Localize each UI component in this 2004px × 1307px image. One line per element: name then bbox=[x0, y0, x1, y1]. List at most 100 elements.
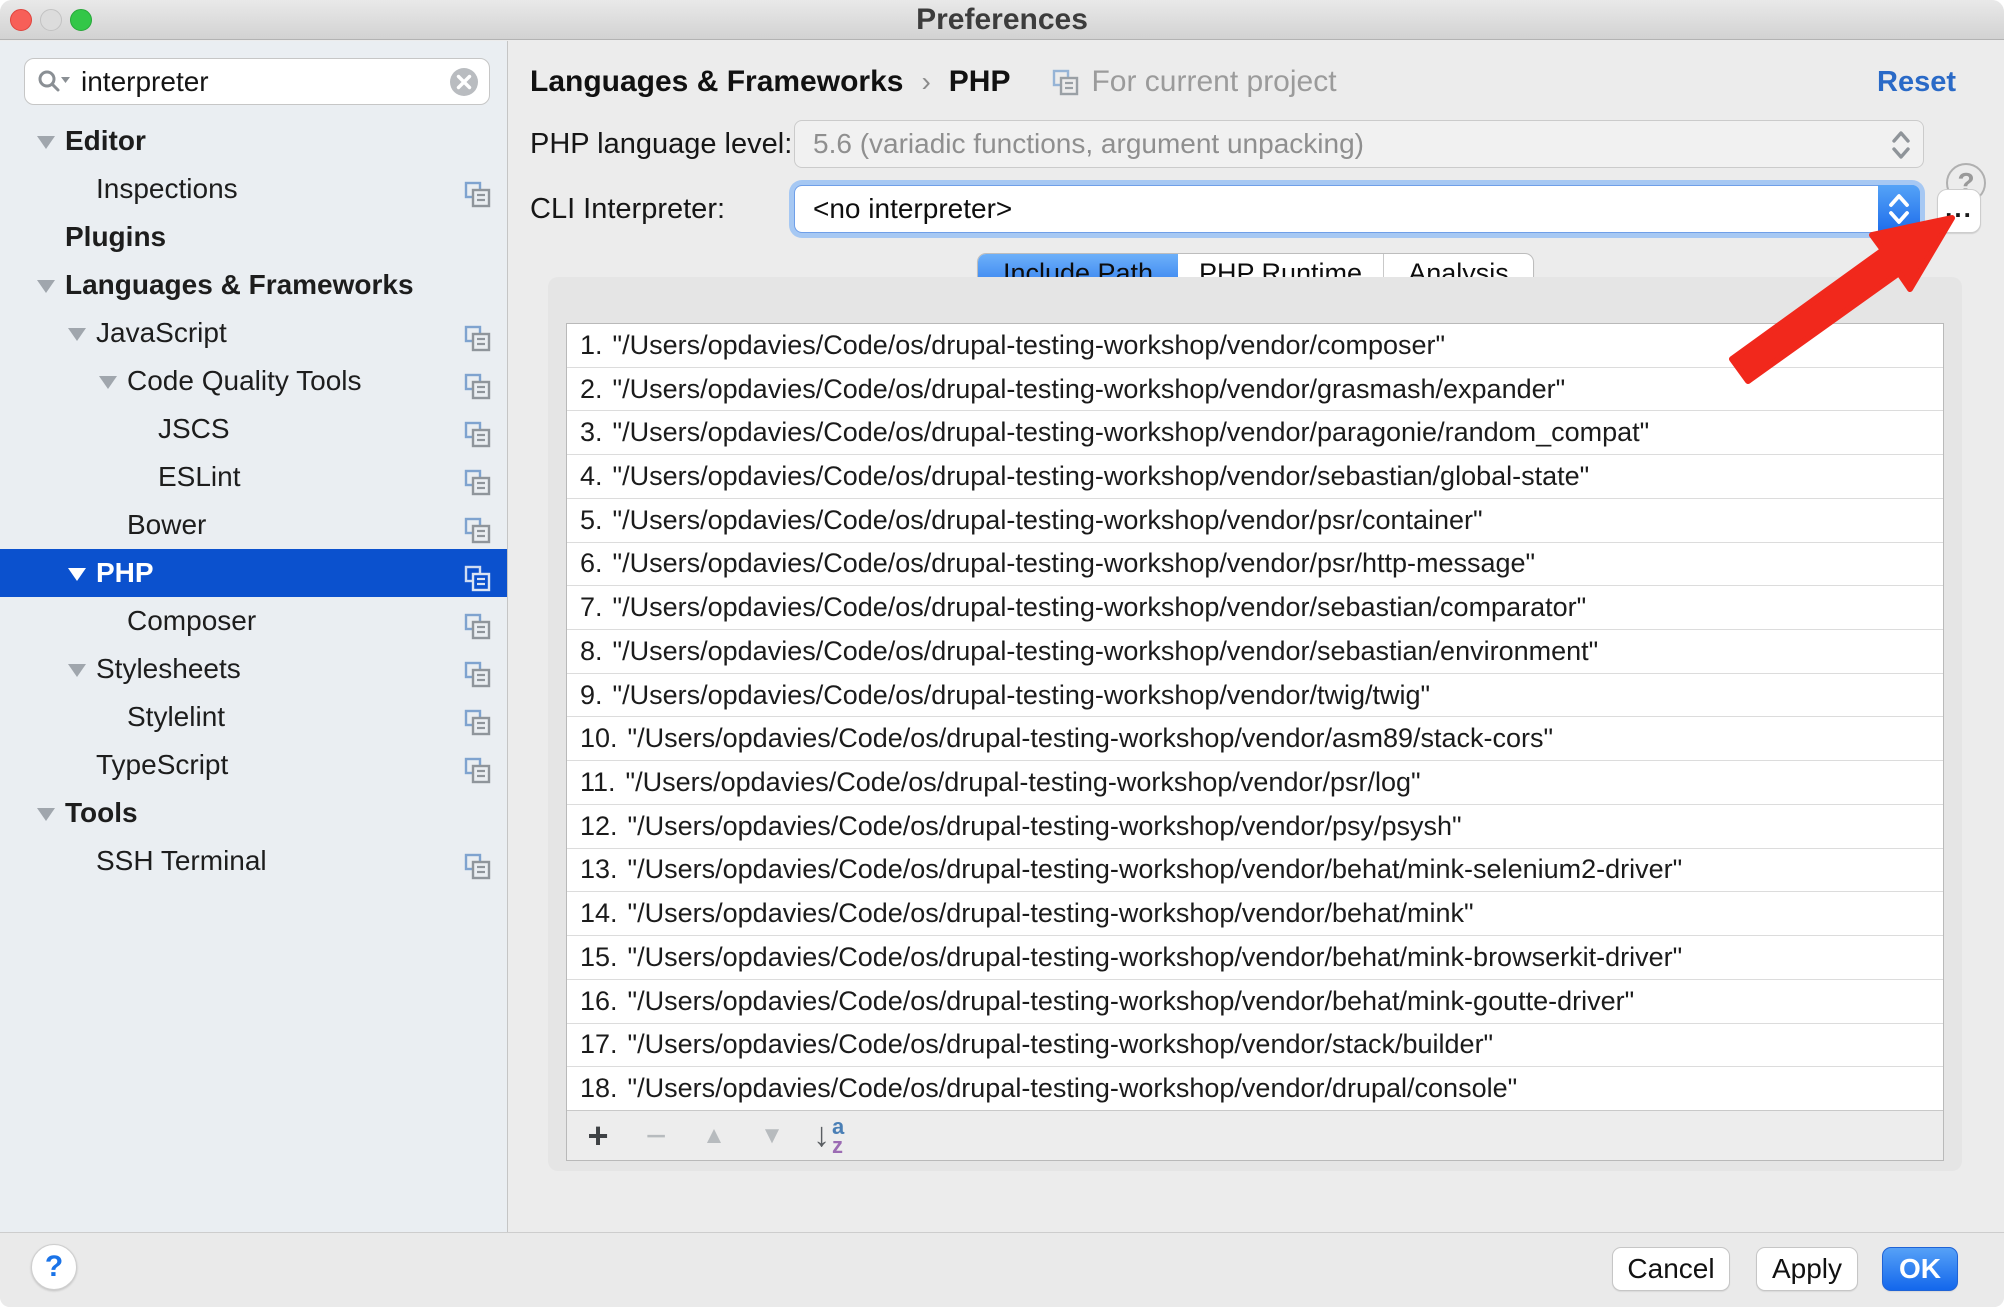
tab-content-panel: 1."/Users/opdavies/Code/os/drupal-testin… bbox=[548, 277, 1962, 1171]
clear-search-icon[interactable] bbox=[449, 67, 479, 97]
chevron-down-icon[interactable] bbox=[68, 328, 86, 341]
sidebar-item-jscs[interactable]: JSCS bbox=[0, 405, 507, 453]
sidebar-item-typescript[interactable]: TypeScript bbox=[0, 741, 507, 789]
chevron-down-icon[interactable] bbox=[37, 280, 55, 293]
sidebar-item-label: Inspections bbox=[96, 173, 238, 204]
chevron-down-icon[interactable] bbox=[37, 136, 55, 149]
include-path-value: "/Users/opdavies/Code/os/drupal-testing-… bbox=[613, 592, 1587, 623]
language-level-label: PHP language level: bbox=[530, 120, 792, 168]
sidebar-item-ssh-terminal[interactable]: SSH Terminal bbox=[0, 837, 507, 885]
apply-button[interactable]: Apply bbox=[1756, 1247, 1858, 1291]
stepper-icon[interactable] bbox=[1878, 185, 1920, 233]
settings-search-box[interactable] bbox=[24, 58, 490, 105]
row-number: 8. bbox=[580, 636, 603, 667]
search-icon bbox=[37, 68, 71, 96]
row-number: 13. bbox=[580, 854, 618, 885]
sidebar-item-bower[interactable]: Bower bbox=[0, 501, 507, 549]
move-down-button[interactable]: ▼ bbox=[755, 1113, 789, 1159]
include-path-value: "/Users/opdavies/Code/os/drupal-testing-… bbox=[628, 811, 1462, 842]
row-number: 11. bbox=[580, 767, 616, 798]
sidebar-item-code-quality-tools[interactable]: Code Quality Tools bbox=[0, 357, 507, 405]
row-number: 14. bbox=[580, 898, 618, 929]
sidebar-item-tools[interactable]: Tools bbox=[0, 789, 507, 837]
move-up-button[interactable]: ▲ bbox=[697, 1113, 731, 1159]
chevron-down-icon[interactable] bbox=[99, 376, 117, 389]
include-path-row[interactable]: 8. "/Users/opdavies/Code/os/drupal-testin… bbox=[567, 630, 1943, 674]
sidebar-item-eslint[interactable]: ESLint bbox=[0, 453, 507, 501]
sidebar-item-stylesheets[interactable]: Stylesheets bbox=[0, 645, 507, 693]
include-path-row[interactable]: 10."/Users/opdavies/Code/os/drupal-testi… bbox=[567, 717, 1943, 761]
row-number: 2. bbox=[580, 374, 603, 405]
include-path-listbox: 1."/Users/opdavies/Code/os/drupal-testin… bbox=[566, 323, 1944, 1161]
include-path-row[interactable]: 4."/Users/opdavies/Code/os/drupal-testin… bbox=[567, 455, 1943, 499]
sort-arrow-icon: ↓ bbox=[813, 1116, 830, 1155]
include-path-row[interactable]: 1."/Users/opdavies/Code/os/drupal-testin… bbox=[567, 324, 1943, 368]
help-button[interactable]: ? bbox=[31, 1244, 77, 1290]
row-number: 10. bbox=[580, 723, 618, 754]
per-project-settings-icon bbox=[464, 847, 491, 874]
include-path-row[interactable]: 7. "/Users/opdavies/Code/os/drupal-testin… bbox=[567, 586, 1943, 630]
per-project-settings-icon bbox=[464, 607, 491, 634]
add-button[interactable]: + bbox=[581, 1113, 615, 1159]
row-number: 12. bbox=[580, 811, 618, 842]
sidebar-item-stylelint[interactable]: Stylelint bbox=[0, 693, 507, 741]
chevron-down-icon[interactable] bbox=[68, 664, 86, 677]
per-project-settings-icon bbox=[464, 175, 491, 202]
language-level-select[interactable]: 5.6 (variadic functions, argument unpack… bbox=[794, 120, 1924, 168]
include-path-row[interactable]: 12. "/Users/opdavies/Code/os/drupal-testi… bbox=[567, 805, 1943, 849]
cli-interpreter-select[interactable]: <no interpreter> bbox=[794, 185, 1920, 233]
include-path-value: "/Users/opdavies/Code/os/drupal-testing-… bbox=[613, 636, 1599, 667]
language-level-value: 5.6 (variadic functions, argument unpack… bbox=[813, 128, 1364, 160]
sidebar-item-label: SSH Terminal bbox=[96, 845, 267, 876]
sidebar-item-inspections[interactable]: Inspections bbox=[0, 165, 507, 213]
include-path-row[interactable]: 13."/Users/opdavies/Code/os/drupal-testi… bbox=[567, 849, 1943, 893]
include-path-row[interactable]: 16."/Users/opdavies/Code/os/drupal-testi… bbox=[567, 980, 1943, 1024]
sidebar-item-plugins[interactable]: Plugins bbox=[0, 213, 507, 261]
footer-bar: ? Cancel Apply OK bbox=[0, 1232, 2004, 1307]
settings-sidebar: Editor Inspections PluginsLanguages & Fra… bbox=[0, 41, 508, 1232]
row-number: 7. bbox=[580, 592, 603, 623]
include-path-row[interactable]: 15."/Users/opdavies/Code/os/drupal-testi… bbox=[567, 936, 1943, 980]
remove-button[interactable]: − bbox=[639, 1113, 673, 1159]
include-path-row[interactable]: 6."/Users/opdavies/Code/os/drupal-testin… bbox=[567, 543, 1943, 587]
chevron-down-icon[interactable] bbox=[68, 568, 86, 581]
sidebar-item-languages-frameworks[interactable]: Languages & Frameworks bbox=[0, 261, 507, 309]
include-path-value: "/Users/opdavies/Code/os/drupal-testing-… bbox=[613, 461, 1590, 492]
ok-button[interactable]: OK bbox=[1882, 1247, 1958, 1291]
include-path-row[interactable]: 3."/Users/opdavies/Code/os/drupal-testin… bbox=[567, 411, 1943, 455]
sidebar-item-label: Code Quality Tools bbox=[127, 365, 362, 396]
include-path-value: "/Users/opdavies/Code/os/drupal-testing-… bbox=[613, 417, 1650, 448]
include-path-row[interactable]: 18."/Users/opdavies/Code/os/drupal-testi… bbox=[567, 1067, 1943, 1110]
window-title: Preferences bbox=[0, 0, 2004, 40]
search-input[interactable] bbox=[79, 65, 449, 99]
row-number: 6. bbox=[580, 548, 603, 579]
sidebar-item-editor[interactable]: Editor bbox=[0, 117, 507, 165]
breadcrumb-php[interactable]: PHP bbox=[949, 65, 1011, 99]
include-path-row[interactable]: 2. "/Users/opdavies/Code/os/drupal-testin… bbox=[567, 368, 1943, 412]
row-number: 5. bbox=[580, 505, 603, 536]
row-number: 16. bbox=[580, 986, 618, 1017]
include-path-row[interactable]: 11."/Users/opdavies/Code/os/drupal-testi… bbox=[567, 761, 1943, 805]
browse-interpreters-button[interactable]: ... bbox=[1937, 189, 1981, 233]
per-project-settings-icon bbox=[1052, 69, 1079, 96]
include-path-list: 1."/Users/opdavies/Code/os/drupal-testin… bbox=[567, 324, 1943, 1110]
include-path-value: "/Users/opdavies/Code/os/drupal-testing-… bbox=[613, 374, 1566, 405]
include-path-row[interactable]: 14. "/Users/opdavies/Code/os/drupal-testi… bbox=[567, 892, 1943, 936]
reset-link[interactable]: Reset bbox=[1877, 61, 1956, 103]
sidebar-item-php[interactable]: PHP bbox=[0, 549, 507, 597]
cancel-button[interactable]: Cancel bbox=[1612, 1247, 1730, 1291]
per-project-settings-icon bbox=[464, 463, 491, 490]
sidebar-item-composer[interactable]: Composer bbox=[0, 597, 507, 645]
include-path-value: "/Users/opdavies/Code/os/drupal-testing-… bbox=[628, 1029, 1494, 1060]
per-project-settings-icon bbox=[464, 319, 491, 346]
chevron-down-icon[interactable] bbox=[37, 808, 55, 821]
row-number: 18. bbox=[580, 1073, 618, 1104]
include-path-row[interactable]: 9."/Users/opdavies/Code/os/drupal-testin… bbox=[567, 674, 1943, 718]
sidebar-item-javascript[interactable]: JavaScript bbox=[0, 309, 507, 357]
include-path-row[interactable]: 17."/Users/opdavies/Code/os/drupal-testi… bbox=[567, 1024, 1943, 1068]
include-path-row[interactable]: 5."/Users/opdavies/Code/os/drupal-testin… bbox=[567, 499, 1943, 543]
sort-alphabetically-button[interactable]: ↓az bbox=[813, 1113, 844, 1159]
include-path-value: "/Users/opdavies/Code/os/drupal-testing-… bbox=[628, 898, 1474, 929]
breadcrumb-languages-frameworks[interactable]: Languages & Frameworks bbox=[530, 65, 903, 99]
stepper-icon bbox=[1887, 127, 1915, 170]
